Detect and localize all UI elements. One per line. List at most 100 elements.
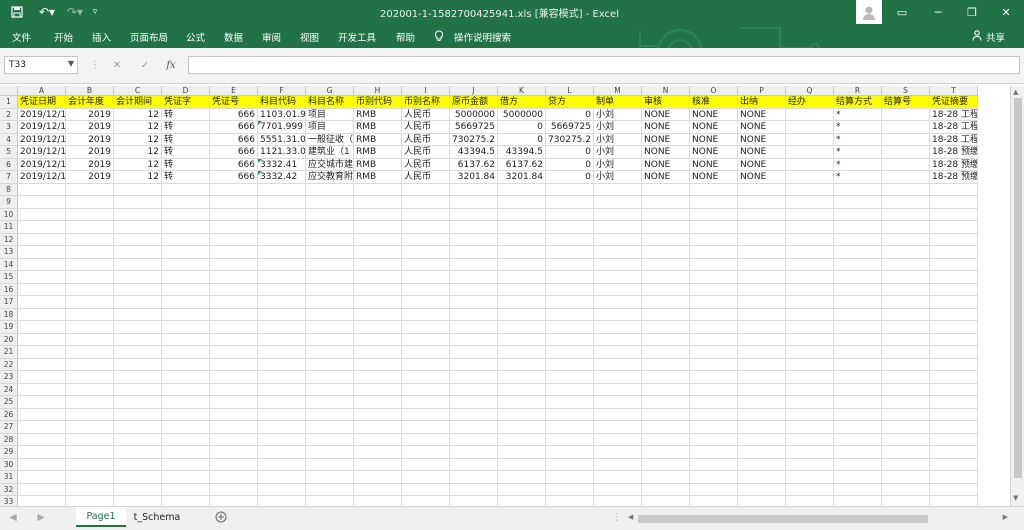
- empty-cell[interactable]: [546, 321, 594, 334]
- table-cell[interactable]: 2019: [66, 133, 114, 146]
- empty-cell[interactable]: [66, 296, 114, 309]
- empty-cell[interactable]: [930, 196, 978, 209]
- table-cell[interactable]: 666: [210, 133, 258, 146]
- empty-cell[interactable]: [786, 358, 834, 371]
- empty-cell[interactable]: [834, 321, 882, 334]
- row-header-32[interactable]: 32: [0, 483, 18, 496]
- empty-cell[interactable]: [162, 258, 210, 271]
- table-cell[interactable]: 6137.62: [450, 158, 498, 171]
- empty-cell[interactable]: [882, 496, 930, 506]
- empty-cell[interactable]: [738, 258, 786, 271]
- empty-cell[interactable]: [882, 271, 930, 284]
- vertical-scrollbar[interactable]: ▲ ▼: [1010, 86, 1024, 506]
- table-cell[interactable]: 12: [114, 146, 162, 159]
- empty-cell[interactable]: [594, 408, 642, 421]
- table-cell[interactable]: 666: [210, 108, 258, 121]
- empty-cell[interactable]: [354, 246, 402, 259]
- empty-cell[interactable]: [210, 258, 258, 271]
- table-cell[interactable]: NONE: [690, 158, 738, 171]
- empty-cell[interactable]: [546, 471, 594, 484]
- empty-cell[interactable]: [258, 346, 306, 359]
- table-cell[interactable]: NONE: [738, 171, 786, 184]
- empty-cell[interactable]: [402, 496, 450, 506]
- empty-cell[interactable]: [882, 258, 930, 271]
- empty-cell[interactable]: [66, 333, 114, 346]
- column-header-m[interactable]: M: [594, 86, 642, 96]
- table-cell[interactable]: [786, 171, 834, 184]
- empty-cell[interactable]: [642, 371, 690, 384]
- empty-cell[interactable]: [498, 271, 546, 284]
- table-cell[interactable]: 2019/12/12: [18, 108, 66, 121]
- empty-cell[interactable]: [738, 208, 786, 221]
- row-header-11[interactable]: 11: [0, 221, 18, 234]
- empty-cell[interactable]: [738, 196, 786, 209]
- row-header-33[interactable]: 33: [0, 496, 18, 506]
- table-cell[interactable]: 项目: [306, 108, 354, 121]
- empty-cell[interactable]: [786, 383, 834, 396]
- empty-cell[interactable]: [690, 346, 738, 359]
- empty-cell[interactable]: [450, 471, 498, 484]
- empty-cell[interactable]: [162, 296, 210, 309]
- empty-cell[interactable]: [594, 358, 642, 371]
- empty-cell[interactable]: [930, 496, 978, 506]
- empty-cell[interactable]: [210, 283, 258, 296]
- empty-cell[interactable]: [642, 233, 690, 246]
- empty-cell[interactable]: [258, 246, 306, 259]
- empty-cell[interactable]: [450, 296, 498, 309]
- table-cell[interactable]: 建筑业（1: [306, 146, 354, 159]
- table-cell[interactable]: 730275.2: [546, 133, 594, 146]
- empty-cell[interactable]: [738, 296, 786, 309]
- empty-cell[interactable]: [594, 283, 642, 296]
- row-header-4[interactable]: 4: [0, 133, 18, 146]
- empty-cell[interactable]: [642, 308, 690, 321]
- empty-cell[interactable]: [114, 471, 162, 484]
- empty-cell[interactable]: [354, 283, 402, 296]
- empty-cell[interactable]: [210, 408, 258, 421]
- table-cell[interactable]: 转: [162, 108, 210, 121]
- header-cell[interactable]: 凭证字: [162, 96, 210, 109]
- empty-cell[interactable]: [690, 321, 738, 334]
- empty-cell[interactable]: [642, 496, 690, 506]
- empty-cell[interactable]: [690, 358, 738, 371]
- table-cell[interactable]: 12: [114, 121, 162, 134]
- empty-cell[interactable]: [354, 408, 402, 421]
- row-header-28[interactable]: 28: [0, 433, 18, 446]
- empty-cell[interactable]: [354, 183, 402, 196]
- empty-cell[interactable]: [882, 371, 930, 384]
- column-header-k[interactable]: K: [498, 86, 546, 96]
- empty-cell[interactable]: [594, 346, 642, 359]
- empty-cell[interactable]: [306, 208, 354, 221]
- empty-cell[interactable]: [690, 196, 738, 209]
- header-cell[interactable]: 会计期间: [114, 96, 162, 109]
- empty-cell[interactable]: [402, 321, 450, 334]
- empty-cell[interactable]: [882, 433, 930, 446]
- empty-cell[interactable]: [642, 483, 690, 496]
- empty-cell[interactable]: [690, 496, 738, 506]
- header-cell[interactable]: 制单: [594, 96, 642, 109]
- empty-cell[interactable]: [786, 196, 834, 209]
- empty-cell[interactable]: [114, 271, 162, 284]
- empty-cell[interactable]: [738, 383, 786, 396]
- row-header-23[interactable]: 23: [0, 371, 18, 384]
- empty-cell[interactable]: [738, 458, 786, 471]
- empty-cell[interactable]: [594, 246, 642, 259]
- empty-cell[interactable]: [498, 408, 546, 421]
- empty-cell[interactable]: [114, 396, 162, 409]
- column-header-a[interactable]: A: [18, 86, 66, 96]
- empty-cell[interactable]: [882, 321, 930, 334]
- empty-cell[interactable]: [18, 208, 66, 221]
- empty-cell[interactable]: [66, 246, 114, 259]
- empty-cell[interactable]: [738, 471, 786, 484]
- empty-cell[interactable]: [834, 346, 882, 359]
- table-cell[interactable]: [882, 108, 930, 121]
- empty-cell[interactable]: [594, 296, 642, 309]
- empty-cell[interactable]: [642, 196, 690, 209]
- empty-cell[interactable]: [450, 308, 498, 321]
- table-cell[interactable]: 2019/12/12: [18, 146, 66, 159]
- empty-cell[interactable]: [114, 308, 162, 321]
- empty-cell[interactable]: [786, 421, 834, 434]
- column-header-t[interactable]: T: [930, 86, 978, 96]
- row-header-9[interactable]: 9: [0, 196, 18, 209]
- table-cell[interactable]: 人民币: [402, 121, 450, 134]
- empty-cell[interactable]: [930, 446, 978, 459]
